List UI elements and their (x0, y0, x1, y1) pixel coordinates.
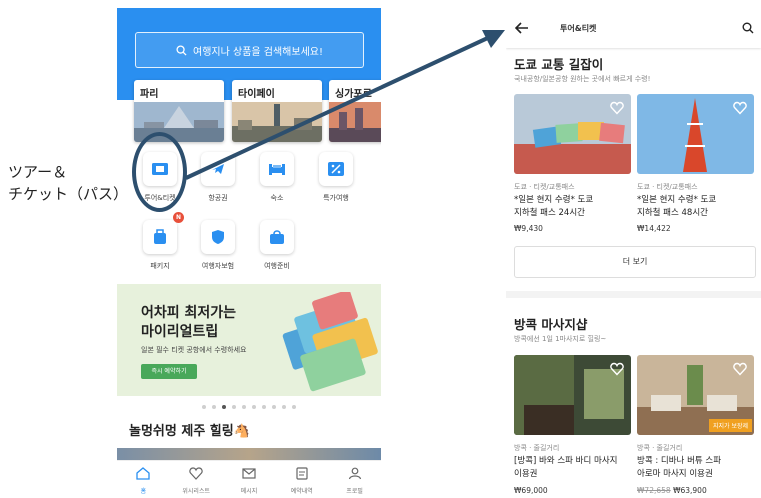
heart-icon (189, 467, 203, 480)
product-category: 방콕 · 줄길거리 (514, 444, 560, 452)
carousel-dot[interactable] (242, 405, 246, 409)
wishlist-heart-icon[interactable] (733, 101, 747, 115)
product-name[interactable]: [방콕] 바와 스파 바디 마사지 이용권 (514, 455, 634, 481)
section-title: 놀멍쉬멍 제주 힐링🐴 (129, 424, 250, 439)
promo-tag: 지지가 보장제 (709, 419, 753, 432)
original-price: ₩72,658 (637, 486, 671, 495)
category-label: 여행준비 (264, 262, 290, 270)
bottom-nav: 홈 위시리스트 메시지 예약내역 프로필 (117, 460, 381, 498)
city-name: 타이페이 (238, 89, 275, 100)
carousel-dot[interactable] (272, 405, 276, 409)
wishlist-heart-icon[interactable] (610, 362, 624, 376)
city-card-singapore[interactable]: 싱가포르 (329, 80, 381, 142)
highlight-circle (132, 132, 187, 212)
search-placeholder: 여행지나 상품을 검색해보세요! (193, 46, 323, 58)
nav-wishlist[interactable]: 위시리스트 (170, 461, 223, 498)
carousel-dot[interactable] (252, 405, 256, 409)
annotation-label: ツアー＆ チケット（パス） (8, 163, 129, 203)
back-arrow-icon[interactable] (515, 22, 529, 34)
carousel-dot[interactable] (282, 405, 286, 409)
nav-profile[interactable]: 프로필 (328, 461, 381, 498)
mail-icon (242, 468, 256, 479)
category-label: 패키지 (150, 262, 170, 270)
carousel-dot[interactable] (202, 405, 206, 409)
city-name: 싱가포르 (335, 89, 372, 100)
new-badge: N (173, 212, 184, 223)
profile-icon (348, 467, 361, 480)
category-lodging[interactable]: 숙소 (247, 152, 307, 203)
banner-reserve-button[interactable]: 즉시 예약하기 (141, 364, 197, 379)
category-preparation[interactable]: 여행준비 (247, 220, 307, 271)
home-screen: 여행지나 상품을 검색해보세요! 파리 타이페이 싱가포르 투어&티켓 항공권 (117, 8, 381, 498)
section-divider (506, 291, 761, 298)
category-package[interactable]: 패키지 (130, 220, 190, 271)
search-icon (176, 44, 187, 56)
city-card-taipei[interactable]: 타이페이 (232, 80, 322, 142)
product-price: ₩14,422 (637, 224, 671, 233)
section-subtitle: 방콕에선 1일 1마사지로 힐링~ (514, 335, 607, 343)
carousel-dot[interactable] (262, 405, 266, 409)
more-button[interactable]: 더 보기 (514, 246, 756, 278)
tour-ticket-screen: 투어&티켓 도쿄 교통 길잡이 국내공항/일본공항 원하는 곳에서 빠르게 수령… (506, 8, 761, 498)
product-category: 도쿄 · 티켓/교통패스 (514, 183, 575, 191)
city-photo (232, 102, 322, 142)
product-price: ₩9,430 (514, 224, 543, 233)
nav-messages[interactable]: 메시지 (223, 461, 276, 498)
section-title: 도쿄 교통 길잡이 (514, 57, 604, 72)
bed-icon (260, 152, 294, 186)
product-category: 도쿄 · 티켓/교통패스 (637, 183, 698, 191)
carousel-dot[interactable] (292, 405, 296, 409)
section-preview-strip (117, 448, 381, 460)
nav-home[interactable]: 홈 (117, 461, 170, 498)
product-name[interactable]: *일본 현지 수령* 도쿄 지하철 패스 24시간 (514, 194, 634, 220)
banner-subtitle: 일본 필수 티켓 공항에서 수령하세요 (141, 346, 247, 354)
category-label: 특가여행 (323, 194, 349, 202)
carousel-dot[interactable] (232, 405, 236, 409)
city-photo (329, 102, 381, 142)
sale-price: ₩63,900 (673, 486, 707, 495)
product-price: ₩72,658 ₩63,900 (637, 486, 707, 495)
product-category: 방콕 · 줄길거리 (637, 444, 683, 452)
receipt-icon (296, 467, 308, 480)
category-deals[interactable]: 특가여행 (306, 152, 366, 203)
city-card-paris[interactable]: 파리 (134, 80, 224, 142)
wishlist-heart-icon[interactable] (733, 362, 747, 376)
product-name[interactable]: *일본 현지 수령* 도쿄 지하철 패스 48시간 (637, 194, 757, 220)
section-title: 방콕 마사지샵 (514, 317, 588, 332)
product-name[interactable]: 방콕 : 디바나 버튜 스파 아로마 마사지 이용권 (637, 455, 757, 481)
category-label: 항공권 (208, 194, 228, 202)
search-icon[interactable] (742, 22, 754, 34)
shield-icon (201, 220, 235, 254)
category-label: 숙소 (270, 194, 284, 202)
search-input[interactable]: 여행지나 상품을 검색해보세요! (135, 32, 364, 68)
home-icon (136, 467, 151, 480)
city-name: 파리 (140, 89, 159, 100)
section-subtitle: 국내공항/일본공항 원하는 곳에서 빠르게 수령! (514, 75, 651, 83)
product-price: ₩69,000 (514, 486, 548, 495)
carousel-dot-active[interactable] (222, 405, 226, 409)
nav-reservations[interactable]: 예약내역 (275, 461, 328, 498)
promo-banner[interactable]: 어차피 최저가는 마이리얼트립 일본 필수 티켓 공항에서 수령하세요 즉시 예약… (117, 284, 381, 396)
banner-title: 어차피 최저가는 마이리얼트립 (141, 305, 237, 340)
discount-icon (319, 152, 353, 186)
luggage-icon (143, 220, 177, 254)
category-label: 여행자보험 (201, 262, 235, 270)
airplane-icon (201, 152, 235, 186)
top-bar (506, 8, 761, 48)
ticket-cards-illustration (282, 292, 378, 392)
bag-icon (260, 220, 294, 254)
wishlist-heart-icon[interactable] (610, 101, 624, 115)
page-title: 투어&티켓 (560, 24, 597, 33)
category-flights[interactable]: 항공권 (188, 152, 248, 203)
carousel-dot[interactable] (212, 405, 216, 409)
category-insurance[interactable]: 여행자보험 (188, 220, 248, 271)
